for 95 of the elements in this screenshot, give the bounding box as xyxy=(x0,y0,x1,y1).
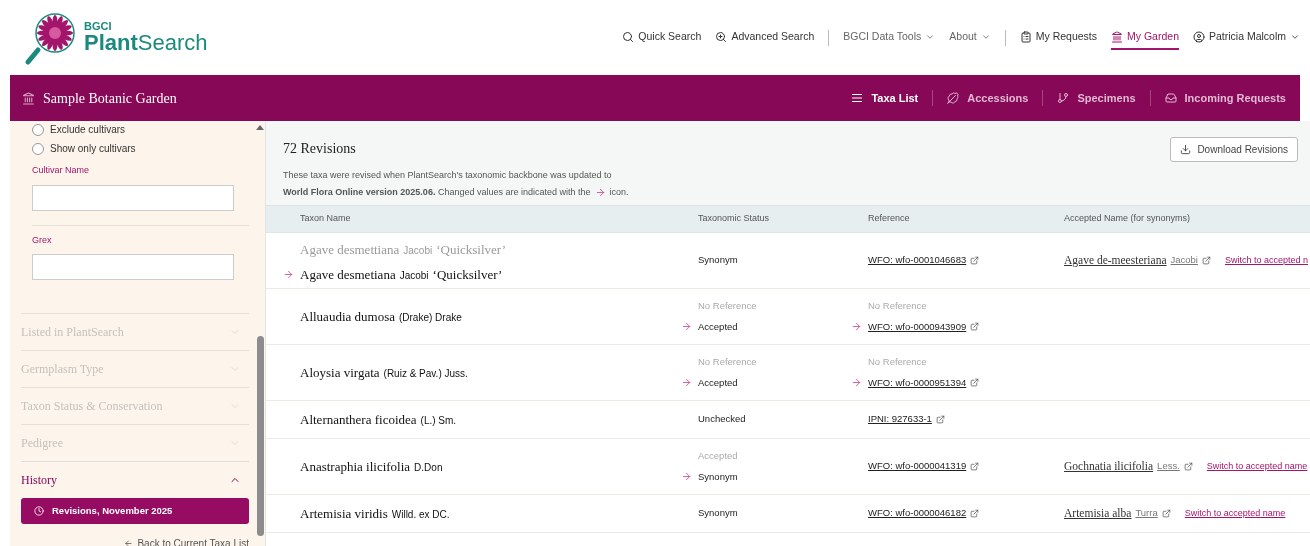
status-text: Accepted xyxy=(698,319,738,334)
logo-org-text: BGCI xyxy=(84,21,113,32)
nav-link[interactable]: Advanced Search xyxy=(715,24,815,51)
garden-tab[interactable]: Incoming Requests xyxy=(1150,89,1300,107)
reference-link[interactable]: IPNI: 927633-1 xyxy=(868,412,932,427)
previous-status-text: No Reference xyxy=(698,299,758,314)
nav-link[interactable]: Patricia Malcolm xyxy=(1192,24,1300,51)
description-text: icon. xyxy=(609,185,629,199)
changed-arrow-icon xyxy=(681,377,692,389)
column-header: Taxonomic Status xyxy=(698,212,771,226)
reference-link[interactable]: WFO: wfo-0000041319 xyxy=(868,459,967,474)
external-link-icon xyxy=(970,378,980,388)
garden-title: Sample Botanic Garden xyxy=(43,89,177,108)
nav-link[interactable]: BGCI Data Tools xyxy=(843,24,936,51)
description-text: These taxa were revised when PlantSearch's taxonomic backbone was updated to xyxy=(283,169,613,182)
status-text: Synonym xyxy=(698,253,738,268)
changed-arrow-icon xyxy=(681,471,692,483)
external-link-icon xyxy=(970,509,980,518)
status-text: Synonym xyxy=(698,506,738,521)
reference-link[interactable]: WFO: wfo-0001046683 xyxy=(868,253,967,268)
list-icon xyxy=(851,92,864,104)
download-button[interactable]: Download Revisions xyxy=(1170,137,1298,162)
column-header: Taxon Name xyxy=(299,212,352,226)
changed-arrow-icon xyxy=(594,186,606,198)
radio-button[interactable] xyxy=(32,123,44,136)
arrow-left-icon xyxy=(124,539,134,546)
author-link[interactable]: Turra xyxy=(1135,506,1158,521)
inbox-icon xyxy=(1164,92,1177,104)
nav-link[interactable]: Quick Search xyxy=(622,24,702,51)
download-icon xyxy=(1180,144,1192,155)
zoom-search-icon xyxy=(715,30,728,43)
changed-arrow-icon xyxy=(851,321,862,333)
clipboard-icon xyxy=(1019,30,1032,43)
reference-link[interactable]: WFO: wfo-0000951394 xyxy=(868,375,967,390)
text-input-field[interactable] xyxy=(32,254,234,280)
leaf-icon xyxy=(947,92,960,104)
reference-link[interactable]: WFO: wfo-0000943909 xyxy=(868,319,967,334)
previous-status-text: No Reference xyxy=(698,355,758,370)
branch-icon xyxy=(1057,92,1070,104)
changed-arrow-icon xyxy=(681,321,692,333)
logo-product-text: PlantSearch xyxy=(84,32,208,54)
external-link-icon xyxy=(970,256,980,265)
revisions-title: 72 Revisions xyxy=(283,140,357,158)
accepted-name-link[interactable]: Gochnatia ilicifolia xyxy=(1064,457,1154,476)
previous-taxon-name: Agave desmettiana Jacobi ‘Quicksilver’ xyxy=(300,241,506,257)
taxon-name: Aloysia virgata (Ruiz & Pav.) Juss. xyxy=(300,363,468,382)
external-link-icon xyxy=(970,462,980,471)
author-link[interactable]: Jacobi xyxy=(1170,253,1198,268)
column-header: Accepted Name (for synonyms) xyxy=(1064,212,1192,226)
radio-label: Exclude cultivars xyxy=(50,123,126,137)
taxon-name: Alternanthera ficoidea (L.) Sm. xyxy=(300,410,457,429)
previous-reference-text: No Reference xyxy=(868,355,928,370)
field-label: Cultivar Name xyxy=(32,164,90,177)
nav-link[interactable]: My Requests xyxy=(1019,24,1098,51)
accepted-name-link[interactable]: Artemisia alba xyxy=(1064,504,1132,523)
garden-tab[interactable]: Accessions xyxy=(933,89,1043,107)
clock-icon xyxy=(34,506,44,516)
search-icon xyxy=(622,30,635,43)
user-icon xyxy=(1192,30,1205,43)
external-link-icon xyxy=(1161,509,1171,518)
accepted-name-link[interactable]: Agave de-meesteriana xyxy=(1064,251,1167,270)
status-text: Accepted xyxy=(698,375,738,390)
reference-link[interactable]: WFO: wfo-0000046182 xyxy=(868,506,967,521)
previous-reference-text: No Reference xyxy=(868,299,928,314)
scroll-thumb[interactable] xyxy=(256,336,264,536)
description-text: World Flora Online version 2025.06. Changed values are indicated with the xyxy=(283,185,591,199)
external-link-icon xyxy=(1183,462,1193,471)
taxon-name: Agave desmetiana Jacobi ‘Quicksilver’ xyxy=(300,265,503,284)
switch-accepted-link[interactable]: Switch to accepted n xyxy=(1224,253,1308,268)
garden-tab[interactable]: Taxa List xyxy=(837,89,933,107)
nav-link[interactable]: About xyxy=(949,24,991,51)
switch-accepted-link[interactable]: Switch to accepted name xyxy=(1184,506,1286,521)
field-label: Grex xyxy=(32,233,53,247)
radio-button[interactable] xyxy=(32,142,44,155)
taxon-name: Artemisia viridis Willd. ex DC. xyxy=(300,504,450,523)
author-link[interactable]: Less. xyxy=(1157,459,1180,474)
status-text: Synonym xyxy=(698,469,738,484)
changed-arrow-icon xyxy=(283,269,294,280)
building-icon xyxy=(1111,30,1124,43)
previous-status-text: Accepted xyxy=(698,449,739,464)
external-link-icon xyxy=(1201,256,1211,265)
column-header: Reference xyxy=(868,212,911,226)
radio-label: Show only cultivars xyxy=(50,142,136,156)
taxon-name: Anastraphia ilicifolia D.Don xyxy=(300,457,443,476)
taxon-name: Alluaudia dumosa (Drake) Drake xyxy=(300,307,462,326)
changed-arrow-icon xyxy=(851,377,862,389)
garden-tab[interactable]: Specimens xyxy=(1043,89,1150,107)
status-text: Unchecked xyxy=(698,412,746,427)
revisions-button[interactable]: Revisions, November 2025 xyxy=(21,498,249,524)
building-icon xyxy=(22,91,35,105)
external-link-icon xyxy=(970,322,980,332)
external-link-icon xyxy=(935,415,945,424)
text-input-field[interactable] xyxy=(32,184,234,211)
switch-accepted-link[interactable]: Switch to accepted name xyxy=(1206,459,1308,474)
nav-link[interactable]: My Garden xyxy=(1111,24,1179,51)
